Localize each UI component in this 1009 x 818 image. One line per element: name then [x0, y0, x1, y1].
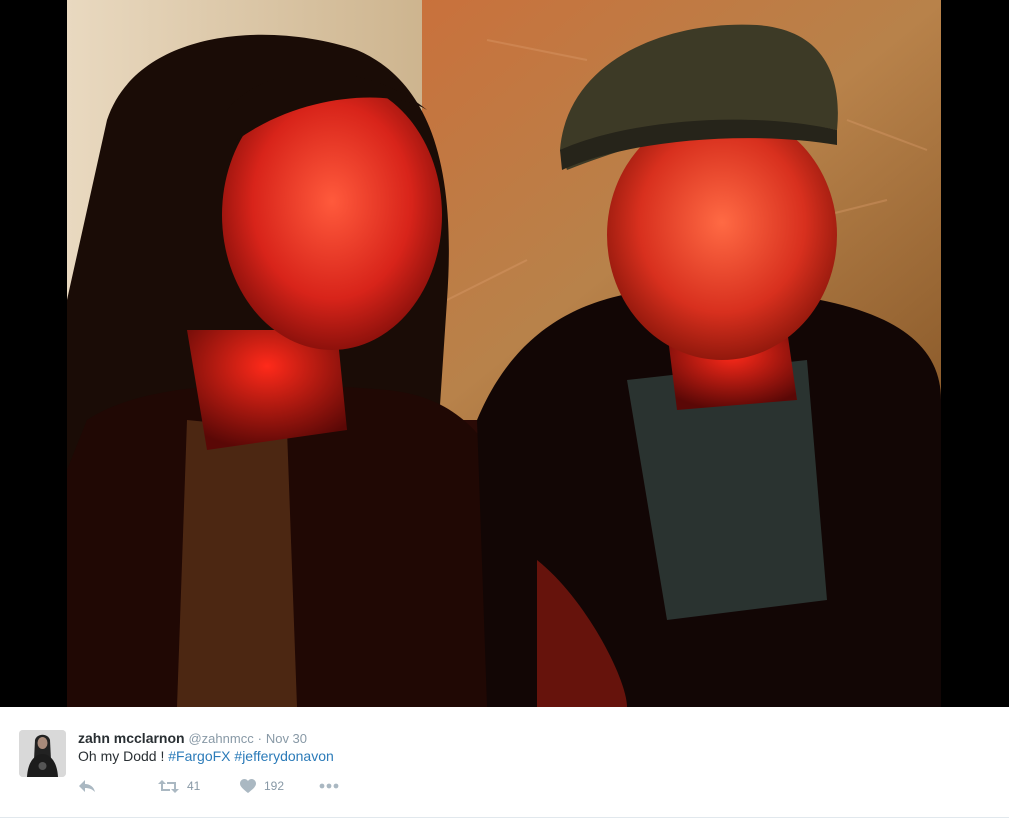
display-name[interactable]: zahn mcclarnon	[78, 730, 185, 746]
tweet-text: Oh my Dodd ! #FargoFX #jefferydonavon	[78, 747, 334, 765]
tweet-header: zahn mcclarnon @zahnmcc · Nov 30	[78, 729, 307, 748]
timestamp-link[interactable]: Nov 30	[266, 731, 307, 746]
media-viewer	[0, 0, 1009, 707]
more-button[interactable]	[319, 775, 339, 797]
hashtag-link[interactable]: #FargoFX	[168, 748, 230, 764]
avatar[interactable]	[19, 730, 66, 777]
retweet-count: 41	[187, 779, 201, 793]
like-button[interactable]: 192	[240, 775, 284, 797]
heart-icon	[240, 778, 256, 794]
retweet-icon	[158, 779, 179, 794]
avatar-image	[19, 730, 66, 777]
tweet-text-body: Oh my Dodd !	[78, 748, 165, 764]
tweet-photo[interactable]	[67, 0, 941, 707]
reply-button[interactable]	[78, 775, 96, 797]
header-separator: ·	[257, 731, 262, 746]
user-handle[interactable]: @zahnmcc	[188, 731, 253, 746]
retweet-button[interactable]: 41	[158, 775, 200, 797]
reply-icon	[78, 778, 96, 794]
more-icon	[319, 783, 339, 789]
hashtag-link[interactable]: #jefferydonavon	[234, 748, 333, 764]
photo-illustration	[67, 0, 941, 707]
like-count: 192	[264, 779, 285, 793]
tweet-card: zahn mcclarnon @zahnmcc · Nov 30 Oh my D…	[0, 707, 1009, 818]
